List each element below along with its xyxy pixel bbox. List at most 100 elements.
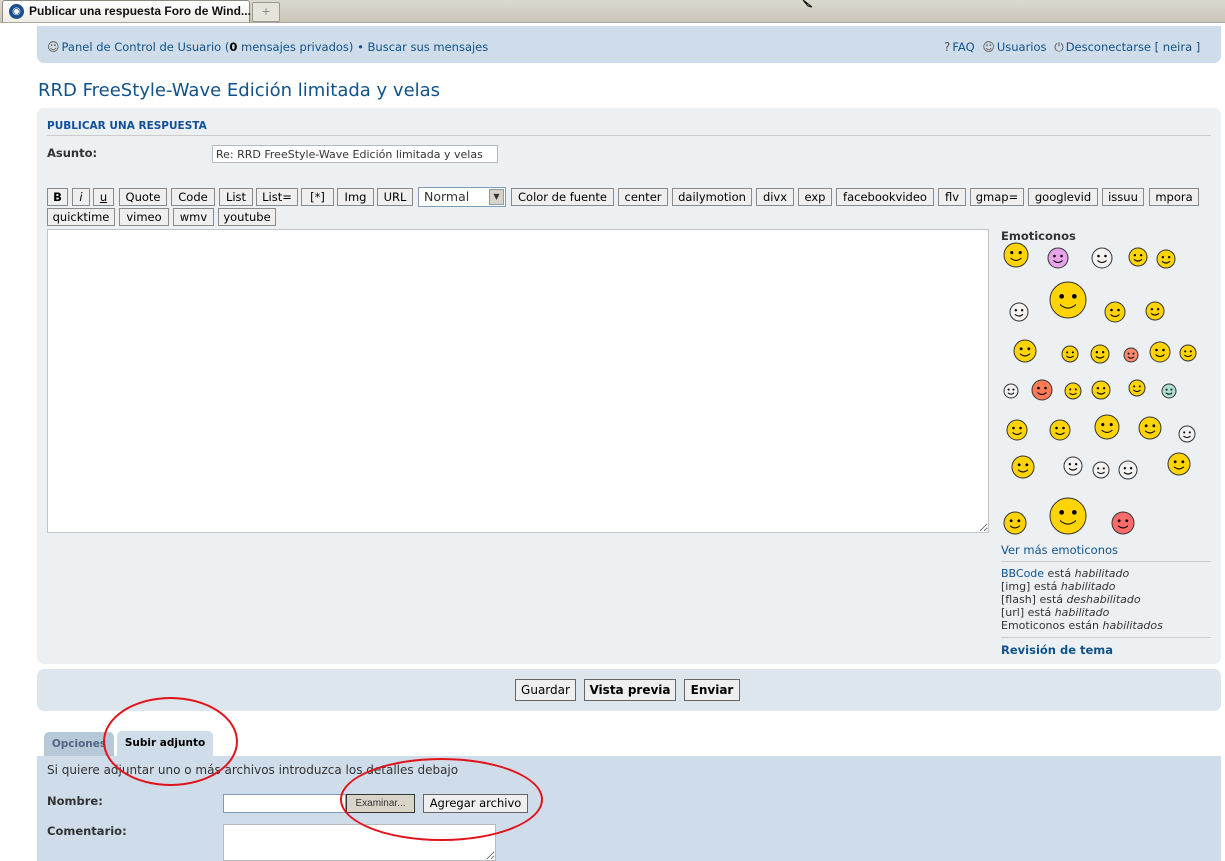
font-size-select[interactable]: Normal ▼: [418, 187, 506, 207]
bbcode-quicktime-button[interactable]: quicktime: [47, 208, 115, 226]
bbcode-facebookvideo-button[interactable]: facebookvideo: [836, 188, 934, 206]
bbcode-italic-button[interactable]: i: [72, 188, 90, 206]
devil-smiley-icon[interactable]: [1110, 510, 1136, 536]
save-draft-button[interactable]: Guardar: [515, 679, 576, 701]
white-smiley-icon[interactable]: [1091, 460, 1111, 480]
of-smiley-icon[interactable]: [1046, 246, 1070, 270]
ucp-link[interactable]: Panel de Control de Usuario (0 mensajes …: [62, 40, 354, 54]
skull-smiley-icon[interactable]: [1177, 424, 1197, 444]
bbcode-wmv-button[interactable]: wmv: [173, 208, 214, 226]
users-icon: ☺: [982, 40, 995, 54]
rasta-smiley-icon[interactable]: [1103, 300, 1127, 324]
yellow-smiley-icon[interactable]: [1060, 344, 1080, 364]
plus-icon: +: [261, 5, 271, 18]
submit-button[interactable]: Enviar: [684, 679, 740, 701]
filename-label: Nombre:: [47, 794, 103, 808]
bbcode-vimeo-button[interactable]: vimeo: [119, 208, 169, 226]
subject-input[interactable]: [212, 145, 498, 163]
bang-smiley-icon[interactable]: [1090, 379, 1112, 401]
dance-smiley-icon[interactable]: [1093, 413, 1121, 441]
banana-smiley-icon[interactable]: [1144, 300, 1166, 322]
user-icon: ☺: [47, 40, 60, 54]
bbcode-gmap-button[interactable]: gmap=: [970, 188, 1024, 206]
scared-smiley-icon[interactable]: [1002, 241, 1030, 269]
bbcode-underline-button[interactable]: u: [93, 188, 114, 206]
add-file-button[interactable]: Agregar archivo: [423, 794, 528, 813]
nav-separator: •: [357, 40, 364, 54]
duo-smiley-icon[interactable]: [1030, 378, 1054, 402]
hat-smiley-icon[interactable]: [1166, 451, 1192, 477]
banana2-smiley-icon[interactable]: [1137, 415, 1163, 441]
kite-smiley-icon[interactable]: [1048, 496, 1088, 536]
pink-smiley-icon[interactable]: [1127, 246, 1149, 268]
bbcode-list-button[interactable]: List: [219, 188, 253, 206]
sidebar-divider: [1001, 637, 1211, 638]
windsurf-smiley-icon[interactable]: [1048, 280, 1088, 320]
bbcode-center-button[interactable]: center: [618, 188, 668, 206]
file-path-input[interactable]: [223, 794, 346, 813]
bbcode-flv-button[interactable]: flv: [938, 188, 966, 206]
waving-smiley-icon[interactable]: [1155, 248, 1177, 270]
faq-link[interactable]: FAQ: [952, 40, 974, 54]
bbcode-list-ordered-button[interactable]: List=: [256, 188, 298, 206]
img-status: [img] está habilitado: [1001, 580, 1116, 593]
bbcode-mpora-button[interactable]: mpora: [1149, 188, 1199, 206]
green-smiley-icon[interactable]: [1160, 382, 1178, 400]
browser-tab[interactable]: ◉ Publicar una respuesta Foro de Wind...: [2, 0, 251, 22]
bbcode-font-color-button[interactable]: Color de fuente: [511, 188, 614, 206]
pink2-smiley-icon[interactable]: [1010, 454, 1036, 480]
zoom-smiley-icon[interactable]: [1012, 338, 1038, 364]
pale-smiley-icon[interactable]: [1002, 382, 1020, 400]
bbcode-img-button[interactable]: Img: [337, 188, 374, 206]
plain-smiley-icon[interactable]: [1127, 378, 1147, 398]
topic-review-link[interactable]: Revisión de tema: [1001, 643, 1113, 657]
attachment-comment-input[interactable]: [223, 824, 496, 861]
mouse-cursor-icon: [802, 0, 813, 8]
font-size-value: Normal: [424, 189, 470, 204]
tongue-smiley-icon[interactable]: [1117, 459, 1139, 481]
page-title[interactable]: RRD FreeStyle-Wave Edición limitada y ve…: [38, 80, 440, 101]
bbcode-divx-button[interactable]: divx: [756, 188, 794, 206]
pirate-smiley-icon[interactable]: [1002, 510, 1028, 536]
top-right-nav: ? FAQ ☺ Usuarios ⏻ Desconectarse [ neira ]: [944, 40, 1200, 55]
tab-options[interactable]: Opciones: [44, 732, 114, 756]
red-smiley-icon[interactable]: [1122, 346, 1140, 364]
bbcode-dailymotion-button[interactable]: dailymotion: [672, 188, 752, 206]
thumbs-smiley-icon[interactable]: [1089, 343, 1111, 365]
bbcode-youtube-button[interactable]: youtube: [218, 208, 276, 226]
search-own-posts-link[interactable]: Buscar sus mensajes: [368, 40, 489, 54]
bbcode-exp-button[interactable]: exp: [798, 188, 832, 206]
section-divider: [47, 135, 1211, 136]
bbcode-bold-button[interactable]: B: [47, 188, 68, 206]
sidebar-divider: [1001, 561, 1211, 562]
10-smiley-icon[interactable]: [1090, 246, 1114, 270]
bbcode-list-item-button[interactable]: [*]: [301, 188, 334, 206]
bbcode-faq-link[interactable]: BBCode: [1001, 567, 1044, 580]
cheer-smiley-icon[interactable]: [1048, 418, 1072, 442]
bbcode-issuu-button[interactable]: issuu: [1102, 188, 1144, 206]
faq-icon: ?: [944, 40, 951, 54]
ghost-smiley-icon[interactable]: [1008, 301, 1030, 323]
new-tab-button[interactable]: +: [252, 2, 280, 22]
tab-upload-attachment[interactable]: Subir adjunto: [117, 731, 213, 756]
flash-status: [flash] está deshabilitado: [1001, 593, 1141, 606]
preview-button[interactable]: Vista previa: [584, 679, 676, 701]
logout-link[interactable]: Desconectarse [ neira ]: [1066, 40, 1201, 54]
browse-button[interactable]: Examinar...: [346, 794, 415, 813]
message-textarea[interactable]: [47, 229, 989, 533]
bbcode-status: BBCode está habilitado: [1001, 567, 1130, 580]
bbcode-googlevid-button[interactable]: googlevid: [1028, 188, 1098, 206]
comment-label: Comentario:: [47, 824, 127, 838]
power-icon: ⏻: [1054, 40, 1064, 54]
gray-smiley-icon[interactable]: [1062, 455, 1084, 477]
yellow2-smiley-icon[interactable]: [1063, 381, 1083, 401]
users-link[interactable]: Usuarios: [997, 40, 1047, 54]
black-smiley-icon[interactable]: [1178, 343, 1198, 363]
bbcode-code-button[interactable]: Code: [171, 188, 215, 206]
sign-smiley-icon[interactable]: [1005, 418, 1029, 442]
bbcode-url-button[interactable]: URL: [377, 188, 413, 206]
hand-smiley-icon[interactable]: [1148, 340, 1172, 364]
more-emoticons-link[interactable]: Ver más emoticonos: [1001, 543, 1118, 557]
dropdown-arrow-icon[interactable]: ▼: [489, 189, 504, 205]
bbcode-quote-button[interactable]: Quote: [119, 188, 167, 206]
